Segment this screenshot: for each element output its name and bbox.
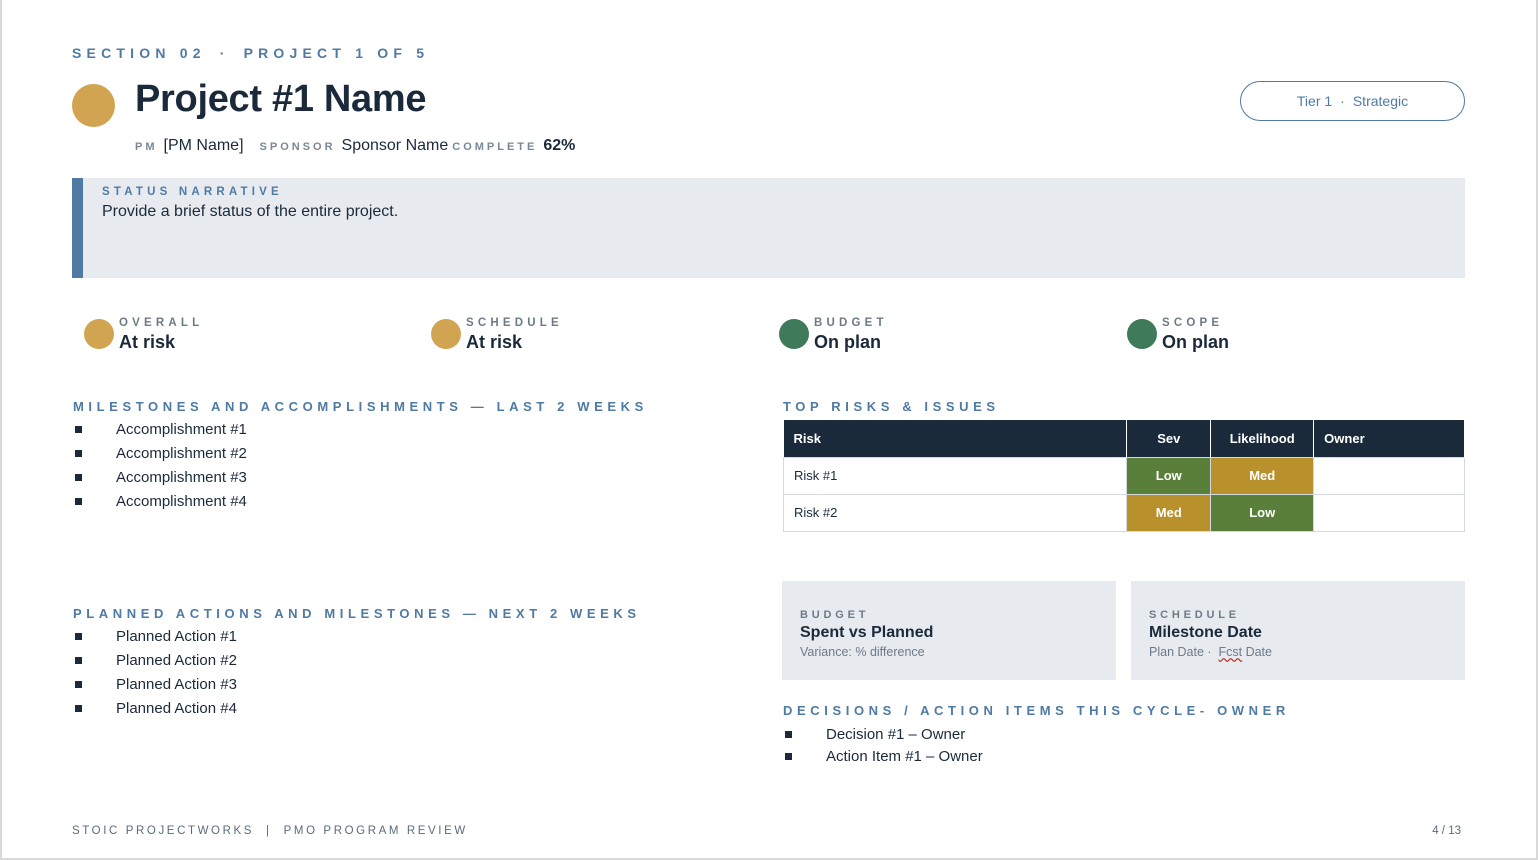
slide: SECTION 02 · PROJECT 1 OF 5 Project #1 Nam… (0, 0, 1538, 860)
status-narrative: STATUS NARRATIVE Provide a brief status … (72, 178, 1465, 278)
status-label: SCHEDULE (466, 317, 563, 329)
col-likelihood: Likelihood (1210, 420, 1315, 457)
eyebrow: SECTION 02 · PROJECT 1 OF 5 (72, 45, 429, 61)
budget-card: BUDGET Spent vs Planned Variance: % diff… (782, 581, 1116, 680)
risk-cell: Risk #2 (782, 493, 1128, 532)
status-value: At risk (466, 332, 523, 352)
bullet-icon (75, 474, 82, 481)
table-row: Risk #1 Low Med (782, 456, 1465, 495)
table-header-row: Risk Sev Likelihood Owner (783, 420, 1465, 457)
status-value: On plan (1162, 332, 1229, 352)
schedule-card-title: Milestone Date (1149, 624, 1262, 641)
status-value: On plan (814, 332, 881, 352)
list-item-text: Accomplishment #2 (116, 445, 247, 462)
list-item-text: Action Item #1 – Owner (826, 748, 983, 765)
bullet-icon (75, 633, 82, 640)
list-item-text: Accomplishment #4 (116, 493, 247, 510)
status-label: BUDGET (814, 317, 888, 329)
status-value: At risk (119, 332, 176, 352)
planned-heading: PLANNED ACTIONS AND MILESTONES — NEXT 2 … (73, 606, 641, 621)
schedule-card-label: SCHEDULE (1149, 609, 1240, 621)
severity-badge: Low (1126, 456, 1212, 495)
footer-pipe: | (266, 825, 272, 837)
list-item-text: Decision #1 – Owner (826, 726, 966, 743)
budget-card-sub: Variance: % difference (800, 645, 925, 659)
table-row: Risk #2 Med Low (782, 493, 1465, 532)
bullet-icon (75, 681, 82, 688)
risks-table: Risk Sev Likelihood Owner Risk #1 Low Me… (782, 420, 1465, 532)
tier-badge: Tier 1 · Strategic (1240, 81, 1465, 121)
page-title: Project #1 Name (135, 78, 427, 120)
sponsor-label: SPONSOR (259, 141, 336, 153)
narrative-label: STATUS NARRATIVE (102, 186, 283, 198)
milestones-heading: MILESTONES AND ACCOMPLISHMENTS — LAST 2 … (73, 399, 648, 414)
owner-cell (1313, 493, 1465, 532)
schedule-sub-plan: Plan Date · (1149, 645, 1212, 659)
status-label: SCOPE (1162, 317, 1224, 329)
severity-badge: Med (1126, 493, 1212, 532)
list-item-text: Planned Action #4 (116, 700, 237, 717)
page-number: 4 / 13 (1432, 825, 1461, 837)
narrative-text: Provide a brief status of the entire pro… (102, 203, 399, 220)
list-item-text: Planned Action #3 (116, 676, 237, 693)
footer-brand: STOIC PROJECTWORKS | PMO PROGRAM REVIEW (72, 825, 468, 837)
bullet-icon (75, 705, 82, 712)
project-meta: PM [PM Name] SPONSOR Sponsor Name COMPLE… (135, 137, 591, 155)
list-item-text: Accomplishment #3 (116, 469, 247, 486)
budget-card-label: BUDGET (800, 609, 870, 621)
list-item-text: Planned Action #2 (116, 652, 237, 669)
schedule-sub-date: Date (1245, 645, 1272, 659)
project-status-dot (72, 84, 115, 127)
pm-label: PM (135, 141, 158, 153)
project-count-label: PROJECT 1 OF 5 (243, 45, 430, 61)
risks-heading: TOP RISKS & ISSUES (783, 399, 1000, 414)
bullet-icon (75, 450, 82, 457)
footer-review: PMO PROGRAM REVIEW (283, 825, 468, 837)
list-item-text: Accomplishment #1 (116, 421, 247, 438)
risk-cell: Risk #1 (782, 456, 1128, 495)
tier-type: Strategic (1352, 93, 1409, 109)
budget-card-title: Spent vs Planned (800, 624, 934, 641)
sponsor-value: Sponsor Name (341, 137, 449, 154)
bullet-icon (75, 498, 82, 505)
col-owner: Owner (1313, 420, 1465, 457)
section-label: SECTION 02 (72, 45, 206, 61)
owner-cell (1313, 456, 1465, 495)
pm-value: [PM Name] (163, 137, 244, 154)
bullet-icon (785, 731, 792, 738)
eyebrow-separator: · (219, 45, 230, 61)
list-item-text: Planned Action #1 (116, 628, 237, 645)
likelihood-badge: Low (1210, 493, 1315, 532)
status-dot (779, 319, 809, 349)
tier-label: Tier 1 (1296, 93, 1333, 109)
status-dot (84, 319, 114, 349)
col-risk: Risk (783, 420, 1128, 457)
complete-value: 62% (543, 137, 576, 154)
footer-org: STOIC PROJECTWORKS (72, 825, 255, 837)
schedule-sub-fcst: Fcst (1218, 645, 1243, 659)
status-label: OVERALL (119, 317, 204, 329)
schedule-card: SCHEDULE Milestone Date Plan Date · Fcst… (1131, 581, 1465, 680)
likelihood-badge: Med (1210, 456, 1315, 495)
complete-label: COMPLETE (452, 141, 538, 153)
col-sev: Sev (1126, 420, 1212, 457)
bullet-icon (75, 426, 82, 433)
tier-separator: · (1340, 93, 1345, 109)
schedule-card-sub: Plan Date · Fcst Date (1149, 645, 1272, 659)
status-dot (431, 319, 461, 349)
bullet-icon (785, 753, 792, 760)
bullet-icon (75, 657, 82, 664)
decisions-heading: DECISIONS / ACTION ITEMS THIS CYCLE- OWN… (783, 703, 1290, 718)
status-dot (1127, 319, 1157, 349)
